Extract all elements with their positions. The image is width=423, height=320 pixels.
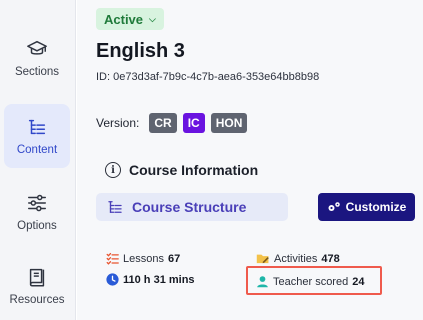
duration-value: 110 h 31 mins [123, 273, 195, 286]
sidebar: Sections Content Options Resources [0, 0, 76, 320]
main-panel: Active ⌵ English 3 ID: 0e73d3af-7b9c-4c7… [77, 0, 423, 320]
customize-label: Customize [345, 200, 407, 214]
status-dropdown[interactable]: Active ⌵ [96, 8, 164, 30]
chevron-down-icon: ⌵ [149, 13, 156, 24]
version-selector: Version: CR IC HON [96, 113, 248, 133]
duration-stat: 110 h 31 mins [106, 273, 195, 286]
teacher-scored-count: 24 [352, 275, 365, 288]
user-icon [257, 276, 268, 288]
sidebar-item-options[interactable]: Options [4, 180, 70, 244]
version-badge-cr[interactable]: CR [149, 113, 177, 133]
teacher-scored-label: Teacher scored [273, 275, 349, 288]
content-tree-icon [28, 119, 46, 135]
course-structure-tab[interactable]: Course Structure [96, 193, 288, 221]
sliders-icon [28, 194, 46, 212]
content-tree-icon [108, 201, 122, 213]
page-title: English 3 [96, 40, 185, 62]
sidebar-item-label: Resources [9, 294, 65, 306]
graduation-cap-icon [27, 40, 47, 55]
version-badge-ic[interactable]: IC [182, 113, 205, 133]
status-label: Active [104, 11, 144, 27]
lessons-stat: Lessons 67 [106, 252, 180, 265]
book-icon [29, 268, 45, 287]
teacher-scored-stat: Teacher scored 24 [256, 275, 364, 288]
sidebar-item-label: Options [17, 220, 57, 232]
sidebar-item-resources[interactable]: Resources [4, 254, 70, 318]
activities-label: Activities [274, 252, 318, 265]
customize-button[interactable]: Customize [318, 193, 415, 221]
lessons-count: 67 [167, 252, 181, 265]
course-id: ID: 0e73d3af-7b9c-4c7b-aea6-353e64bb8b98 [96, 71, 320, 83]
checklist-icon [106, 252, 119, 265]
lessons-label: Lessons [123, 252, 164, 265]
sidebar-item-label: Sections [14, 66, 60, 78]
activities-stat: Activities 478 [256, 252, 340, 265]
sidebar-item-label: Content [16, 144, 58, 156]
version-badge-hon[interactable]: HON [210, 113, 248, 133]
sidebar-item-sections[interactable]: Sections [4, 26, 70, 90]
course-structure-label: Course Structure [132, 199, 247, 215]
clock-icon [106, 273, 119, 286]
version-label: Version: [96, 116, 140, 130]
activities-count: 478 [321, 252, 340, 265]
info-icon: i [105, 162, 121, 178]
course-information-header: i Course Information [105, 162, 258, 178]
sidebar-item-content[interactable]: Content [4, 104, 70, 168]
section-title: Course Information [129, 162, 259, 178]
folder-icon [256, 254, 269, 264]
gears-icon [328, 202, 340, 211]
